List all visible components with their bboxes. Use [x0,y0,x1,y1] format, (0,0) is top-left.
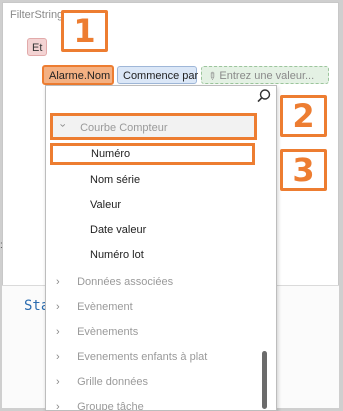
dropdown-search-input[interactable] [50,89,254,107]
edge-marker: : [0,240,3,251]
condition-chip[interactable]: Commence par [117,66,198,84]
tree-group-grille-donnees[interactable]: › Grille données [46,370,256,395]
chevron-right-icon[interactable]: › [56,395,66,410]
tree-group-donnees-associees[interactable]: › Données associées [46,270,256,295]
tree-group-label: Données associées [77,276,174,288]
tree-group-label: Evenements enfants à plat [77,351,208,363]
tree-group-label: Groupe tâche [77,401,144,411]
chevron-right-icon[interactable]: › [56,295,66,320]
operator-chip[interactable]: Et [27,38,47,56]
tree-item-date-valeur[interactable]: Date valeur [46,218,256,243]
chevron-right-icon[interactable]: › [56,320,66,345]
tree-item-nom-serie[interactable]: Nom série [46,168,256,193]
tree-group-label: Grille données [77,376,148,388]
tree-item-numero[interactable]: Numéro [50,143,255,165]
chevron-right-icon[interactable]: › [56,345,66,370]
tree-group-courbe-compteur[interactable]: › Courbe Compteur [50,113,257,140]
tree-group-label: Courbe Compteur [80,122,168,134]
filter-title: FilterString [10,9,64,21]
pencil-icon: ✎ [204,69,219,84]
value-chip[interactable]: ✎Entrez une valeur... [201,66,329,84]
tree-group-label: Evènement [77,301,133,313]
tree-group-evenements[interactable]: › Evènements [46,320,256,345]
value-placeholder: Entrez une valeur... [219,70,315,82]
chevron-right-icon[interactable]: › [56,370,66,395]
dropdown-scrollbar-thumb[interactable] [262,351,267,409]
callout-badge-1: 1 [61,10,108,52]
tree-group-label: Evènements [77,326,139,338]
chevron-right-icon[interactable]: › [56,270,66,295]
tree-item-numero-lot[interactable]: Numéro lot [46,243,256,268]
dropdown-search-row [46,86,276,108]
chevron-down-icon[interactable]: › [50,124,75,134]
callout-badge-3: 3 [280,149,327,191]
search-icon[interactable] [256,88,272,104]
tree-group-evenement[interactable]: › Evènement [46,295,256,320]
field-chip[interactable]: Alarme.Nom [42,65,114,85]
tree-group-groupe-tache[interactable]: › Groupe tâche [46,395,256,411]
tree-item-valeur[interactable]: Valeur [46,193,256,218]
tree-group-evenements-enfants[interactable]: › Evenements enfants à plat [46,345,256,370]
callout-badge-2: 2 [280,95,327,137]
field-dropdown: › Courbe Compteur Numéro Nom série Valeu… [45,85,277,411]
